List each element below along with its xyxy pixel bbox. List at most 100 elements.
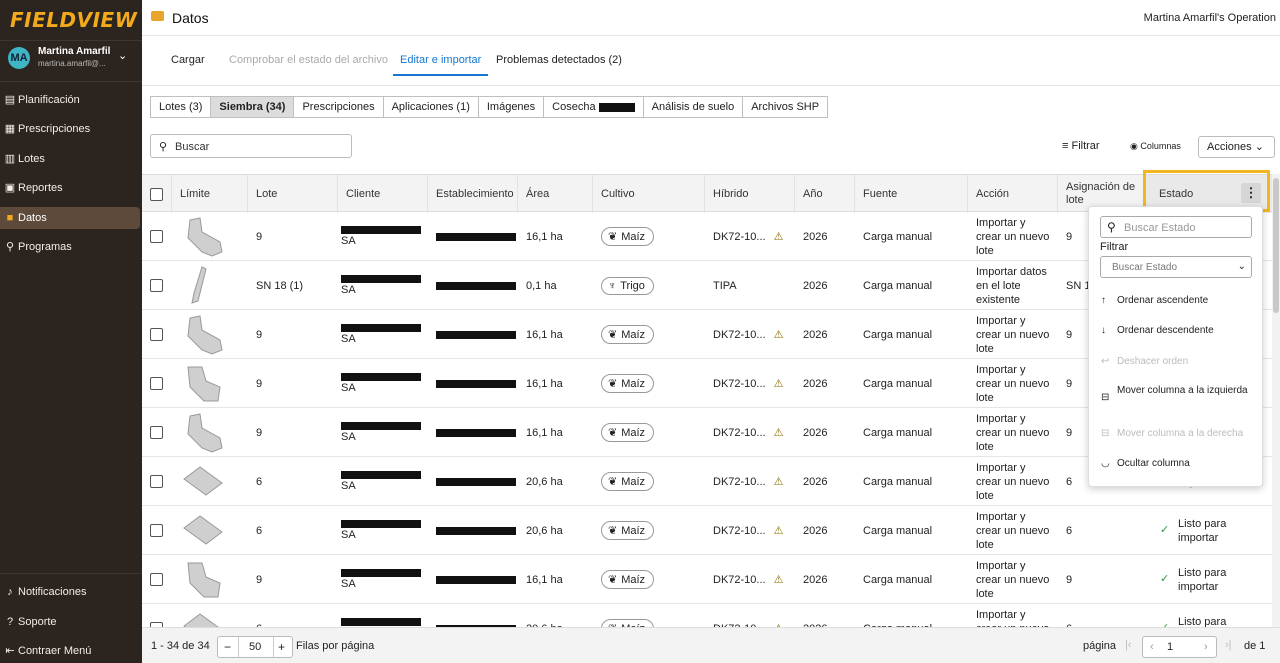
tab-siembra[interactable]: Siembra (34) [210, 96, 295, 118]
row-checkbox[interactable] [150, 377, 163, 390]
row-checkbox[interactable] [150, 573, 163, 586]
first-page-icon[interactable]: |‹ [1125, 639, 1132, 651]
col-limite[interactable]: Límite [172, 175, 248, 213]
row-checkbox[interactable] [150, 328, 163, 341]
table-row[interactable]: 9 SA 16,1 ha ❦ Maíz DK72-10... ⚠ 2026 Carg… [142, 555, 1272, 604]
filter-button[interactable]: ≡ Filtrar [1062, 140, 1100, 152]
chevron-down-icon[interactable]: ⌄ [118, 49, 127, 62]
accion-cell[interactable]: Importar ycrear un nuevolote [976, 506, 1049, 555]
area-cell: 0,1 ha [526, 279, 557, 292]
warning-icon[interactable]: ⚠ [774, 230, 784, 243]
tab-analisis-suelo[interactable]: Análisis de suelo [642, 96, 744, 118]
warning-icon[interactable]: ⚠ [774, 328, 784, 341]
sidebar-item-planificacion[interactable]: ▤ Planificación [0, 89, 140, 111]
lote-cell: SN 18 (1) [256, 279, 304, 292]
last-page-icon[interactable]: ›| [1225, 639, 1232, 651]
accion-cell[interactable]: Importar ycrear un nuevolote [976, 457, 1049, 506]
accion-cell[interactable]: Importar datos en el lote existente [976, 261, 1047, 310]
actions-dropdown[interactable]: Acciones ⌄ [1198, 136, 1275, 158]
leaf-icon: ❦ [608, 329, 618, 341]
tab-prescripciones[interactable]: Prescripciones [293, 96, 384, 118]
tab-cargar[interactable]: Cargar [171, 54, 205, 66]
cultivo-cell: ❦Maíz [601, 359, 655, 408]
columns-button[interactable]: ◉ Columnas [1130, 141, 1181, 152]
accion-cell[interactable]: Importar ycrear un nuevolote [976, 359, 1049, 408]
tab-problemas[interactable]: Problemas detectados (2) [496, 54, 622, 66]
col-fuente[interactable]: Fuente [855, 175, 968, 213]
tab-lotes[interactable]: Lotes (3) [150, 96, 212, 118]
tab-imagenes[interactable]: Imágenes [477, 96, 545, 118]
tab-comprobar-estado[interactable]: Comprobar el estado del archivo [229, 54, 388, 66]
menu-sort-ascending[interactable]: ↑ Ordenar ascendente [1101, 295, 1261, 307]
tab-archivos-shp[interactable]: Archivos SHP [742, 96, 829, 118]
page-input[interactable]: ‹ 1 › [1142, 636, 1217, 658]
table-row[interactable]: 6 SA 20,6 ha ❦Maíz DK72-10... ⚠ 2026 Carg… [142, 506, 1272, 555]
field-boundary-shape [183, 465, 223, 496]
scrollbar-thumb[interactable] [1273, 178, 1279, 313]
search-input[interactable]: ⚲ Buscar [150, 134, 352, 158]
accion-line: Importar y [976, 559, 1026, 572]
row-checkbox-cell [150, 261, 163, 310]
estado-line: Listo para [1178, 566, 1227, 579]
estado-filter-select[interactable]: Buscar Estado ⌄ [1100, 256, 1252, 278]
row-range: 1 - 34 de 34 [151, 640, 210, 652]
menu-move-right[interactable]: ⊟ Mover columna a la derecha [1101, 428, 1261, 440]
cliente-cell: SA [341, 359, 421, 408]
cliente-value: SA [341, 479, 356, 492]
crop-label: Maíz [621, 573, 646, 586]
row-checkbox[interactable] [150, 426, 163, 439]
accion-cell[interactable]: Importar ycrear un nuevolote [976, 408, 1049, 457]
row-checkbox[interactable] [150, 475, 163, 488]
sidebar-item-lotes[interactable]: ▥ Lotes [0, 148, 140, 170]
ano-cell: 2026 [803, 573, 828, 586]
column-menu-button[interactable]: ⋮ [1241, 183, 1261, 203]
fieldview-logo[interactable]: FIELDVIEW [10, 8, 137, 32]
chevron-left-icon[interactable]: ‹ [1150, 641, 1154, 653]
row-checkbox-cell [150, 555, 163, 604]
row-checkbox[interactable] [150, 279, 163, 292]
col-accion[interactable]: Acción [968, 175, 1058, 213]
warning-icon[interactable]: ⚠ [774, 524, 784, 537]
warning-icon[interactable]: ⚠ [774, 426, 784, 439]
tab-aplicaciones[interactable]: Aplicaciones (1) [382, 96, 479, 118]
col-cliente[interactable]: Cliente [338, 175, 428, 213]
minus-icon[interactable]: − [224, 640, 231, 654]
sidebar-item-soporte[interactable]: ? Soporte [0, 611, 140, 633]
sidebar-item-programas[interactable]: ⚲ Programas [0, 236, 140, 258]
sidebar-item-contraer[interactable]: ⇤ Contraer Menú [0, 640, 140, 662]
plus-icon[interactable]: + [278, 640, 285, 654]
accion-cell[interactable]: Importar ycrear un nuevolote [976, 555, 1049, 604]
sidebar-item-prescripciones[interactable]: ▦ Prescripciones [0, 118, 140, 140]
select-all-checkbox[interactable] [150, 187, 163, 201]
menu-undo-sort[interactable]: ↩ Deshacer orden [1101, 356, 1261, 368]
row-checkbox[interactable] [150, 230, 163, 243]
tab-cosecha[interactable]: Cosecha [543, 96, 644, 118]
warning-icon[interactable]: ⚠ [774, 475, 784, 488]
menu-move-left[interactable]: ⊟ Mover columna a la izquierda [1101, 385, 1261, 403]
user-menu[interactable]: MA Martina Amarfil martina.amarfil@... ⌄ [0, 40, 142, 82]
column-search-input[interactable]: ⚲ Buscar Estado [1100, 216, 1252, 238]
menu-sort-descending[interactable]: ↓ Ordenar descendente [1101, 325, 1261, 337]
col-ano[interactable]: Año [795, 175, 855, 213]
tab-editar-importar[interactable]: Editar e importar [400, 54, 481, 66]
col-establecimiento[interactable]: Establecimiento [428, 175, 518, 213]
sidebar-item-datos[interactable]: ■ Datos [0, 207, 140, 229]
operation-selector[interactable]: Martina Amarfil's Operation [1144, 12, 1276, 24]
row-checkbox[interactable] [150, 524, 163, 537]
fuente-cell: Carga manual [863, 573, 933, 586]
sidebar-item-reportes[interactable]: ▣ Reportes [0, 177, 140, 199]
warning-icon[interactable]: ⚠ [774, 377, 784, 390]
menu-hide-column[interactable]: ◡ Ocultar columna [1101, 458, 1261, 470]
accion-cell[interactable]: Importar ycrear un nuevolote [976, 310, 1049, 359]
col-cultivo[interactable]: Cultivo [593, 175, 705, 213]
col-area[interactable]: Área [518, 175, 593, 213]
col-lote[interactable]: Lote [248, 175, 338, 213]
page-size-stepper[interactable]: − 50 + [217, 636, 293, 658]
chevron-right-icon[interactable]: › [1204, 641, 1208, 653]
hibrido-cell: DK72-10... ⚠ [713, 359, 783, 408]
accion-cell[interactable]: Importar ycrear un nuevolote [976, 212, 1049, 261]
sidebar-item-notificaciones[interactable]: ♪ Notificaciones [0, 581, 140, 603]
warning-icon[interactable]: ⚠ [774, 573, 784, 586]
col-hibrido[interactable]: Híbrido [705, 175, 795, 213]
ano-cell: 2026 [803, 328, 828, 341]
